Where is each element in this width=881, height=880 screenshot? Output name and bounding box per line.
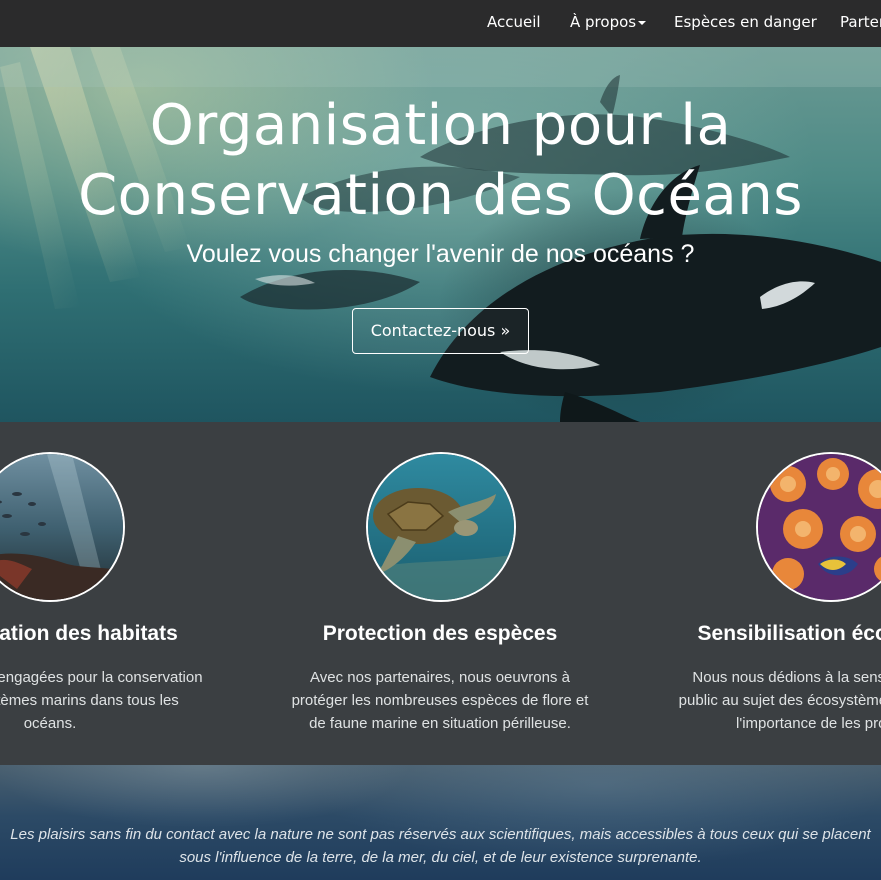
nav-item-a-propos[interactable]: À propos (570, 0, 647, 47)
nav-item-partenaires[interactable]: Partenaires (840, 0, 881, 47)
quote-section: Les plaisirs sans fin du contact avec la… (0, 765, 881, 880)
chevron-down-icon (638, 20, 647, 25)
nav-item-especes[interactable]: Espèces en danger (674, 0, 817, 47)
contact-button[interactable]: Contactez-nous » (352, 308, 529, 354)
hero-section: Organisation pour la Conservation des Oc… (0, 47, 881, 422)
feature-image-especes (366, 452, 516, 602)
hero-title-line2: Conservation des Océans (78, 163, 803, 228)
feature-text-sensibilisation: Nous nous dédions à la sensibilisation d… (678, 669, 881, 732)
feature-image-habitats (0, 452, 125, 602)
hero-title: Organisation pour la Conservation des Oc… (0, 91, 881, 231)
feature-image-sensibilisation (756, 452, 881, 602)
hero-subtitle: Voulez vous changer l'avenir de nos océa… (186, 240, 695, 268)
nav-item-a-propos-label: À propos (570, 13, 637, 31)
feature-title-especes: Protection des espèces (322, 622, 558, 645)
feature-title-habitats: Préservation des habitats (0, 622, 178, 645)
hero-title-line1: Organisation pour la (149, 93, 732, 158)
feature-card-sensibilisation: Sensibilisation écologique Nous nous déd… (670, 422, 881, 765)
features-section: Préservation des habitats Nous sommes en… (0, 422, 881, 765)
feature-card-habitats: Préservation des habitats Nous sommes en… (0, 422, 210, 765)
feature-title-sensibilisation: Sensibilisation écologique (697, 622, 881, 645)
top-navbar: Accueil À propos Espèces en danger Parte… (0, 0, 881, 47)
feature-text-especes: Avec nos partenaires, nous oeuvrons à pr… (291, 669, 589, 732)
nav-item-accueil[interactable]: Accueil (487, 0, 541, 47)
quote-text: Les plaisirs sans fin du contact avec la… (10, 826, 871, 866)
feature-text-habitats: Nous sommes engagées pour la conservatio… (0, 669, 203, 732)
feature-card-especes: Protection des espèces Avec nos partenai… (280, 422, 600, 765)
